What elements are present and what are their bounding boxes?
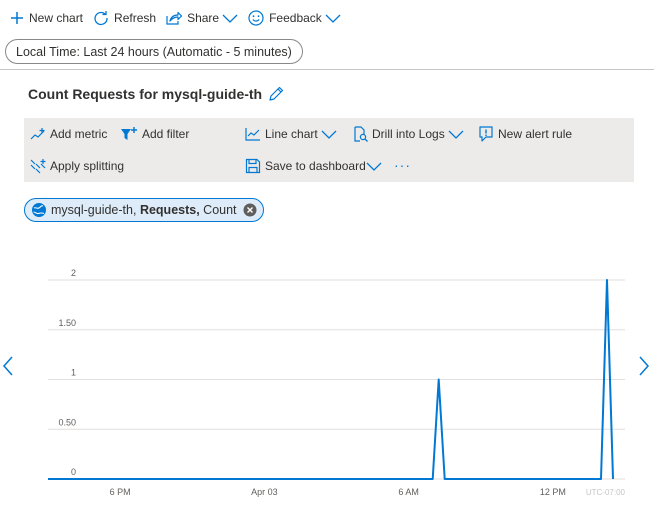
apply-splitting-label: Apply splitting <box>50 159 125 173</box>
splitting-icon <box>30 159 46 174</box>
y-tick-label: 1 <box>71 368 76 378</box>
command-bar: New chart Refresh Share Feedback <box>0 0 654 36</box>
chart-toolbar: Add metric Add filter Line chart Drill i… <box>24 118 634 182</box>
save-icon <box>245 158 261 174</box>
refresh-button[interactable]: Refresh <box>93 3 156 33</box>
apply-splitting-button[interactable]: Apply splitting <box>30 155 124 177</box>
y-tick-label: 2 <box>71 268 76 278</box>
line-chart-label: Line chart <box>265 127 318 141</box>
add-filter-label: Add filter <box>142 127 190 141</box>
timezone-label: UTC-07:00 <box>586 488 626 497</box>
share-label: Share <box>187 11 220 25</box>
metric-aggregation: Count <box>203 203 237 217</box>
x-tick-label: 6 PM <box>110 487 131 497</box>
x-tick-label: 6 AM <box>398 487 419 497</box>
drill-into-logs-label: Drill into Logs <box>372 127 445 141</box>
line-chart-dropdown[interactable]: Line chart <box>245 123 337 145</box>
line-chart: 0 0.50 1 1.50 2 6 PM Apr 03 6 AM 12 PM UTC-07:00 <box>48 268 626 497</box>
y-tick-label: 0 <box>71 467 76 477</box>
feedback-label: Feedback <box>269 11 322 25</box>
save-to-dashboard-dropdown[interactable]: Save to dashboard <box>245 155 382 177</box>
new-chart-label: New chart <box>29 11 84 25</box>
alert-icon <box>479 126 493 142</box>
x-tick-label: Apr 03 <box>251 487 278 497</box>
y-tick-label: 1.50 <box>58 318 76 328</box>
feedback-button[interactable]: Feedback <box>248 3 341 33</box>
close-icon[interactable] <box>243 203 257 217</box>
globe-icon <box>32 203 46 217</box>
y-tick-label: 0.50 <box>58 417 76 427</box>
refresh-label: Refresh <box>114 11 157 25</box>
add-metric-label: Add metric <box>50 127 108 141</box>
share-button[interactable]: Share <box>166 3 238 33</box>
save-to-dashboard-label: Save to dashboard <box>265 159 366 173</box>
metric-resource: mysql-guide-th, <box>51 203 137 217</box>
metric-pill-text: mysql-guide-th, Requests, Count <box>51 203 237 217</box>
new-alert-rule-label: New alert rule <box>498 127 573 141</box>
chevron-down-icon <box>321 130 337 139</box>
plus-icon <box>11 12 23 24</box>
chevron-down-icon <box>448 130 464 139</box>
metric-pill[interactable]: mysql-guide-th, Requests, Count <box>24 198 264 222</box>
refresh-icon <box>94 11 108 26</box>
filter-icon <box>121 127 137 140</box>
metric-name: Requests, <box>139 203 200 217</box>
time-range-picker[interactable]: Local Time: Last 24 hours (Automatic - 5… <box>5 39 303 64</box>
line-chart-icon <box>245 128 260 141</box>
chevron-down-icon <box>366 162 382 171</box>
smiley-icon <box>248 10 264 26</box>
divider <box>0 69 654 70</box>
x-tick-label: 12 PM <box>540 487 566 497</box>
chevron-down-icon <box>325 14 341 23</box>
edit-title-button[interactable] <box>268 86 284 102</box>
chevron-down-icon <box>222 14 238 23</box>
new-chart-button[interactable]: New chart <box>10 3 83 33</box>
add-metric-button[interactable]: Add metric <box>30 123 107 145</box>
add-filter-button[interactable]: Add filter <box>120 123 189 145</box>
add-metric-icon <box>30 128 45 140</box>
new-alert-rule-button[interactable]: New alert rule <box>478 123 572 145</box>
pencil-icon <box>269 86 284 101</box>
logs-icon <box>354 126 368 142</box>
share-icon <box>166 11 183 25</box>
chart-title-text: Count Requests for mysql-guide-th <box>28 86 263 102</box>
drill-into-logs-dropdown[interactable]: Drill into Logs <box>352 123 464 145</box>
chart-title: Count Requests for mysql-guide-th <box>28 86 284 102</box>
more-options-button[interactable]: ··· <box>394 154 411 176</box>
